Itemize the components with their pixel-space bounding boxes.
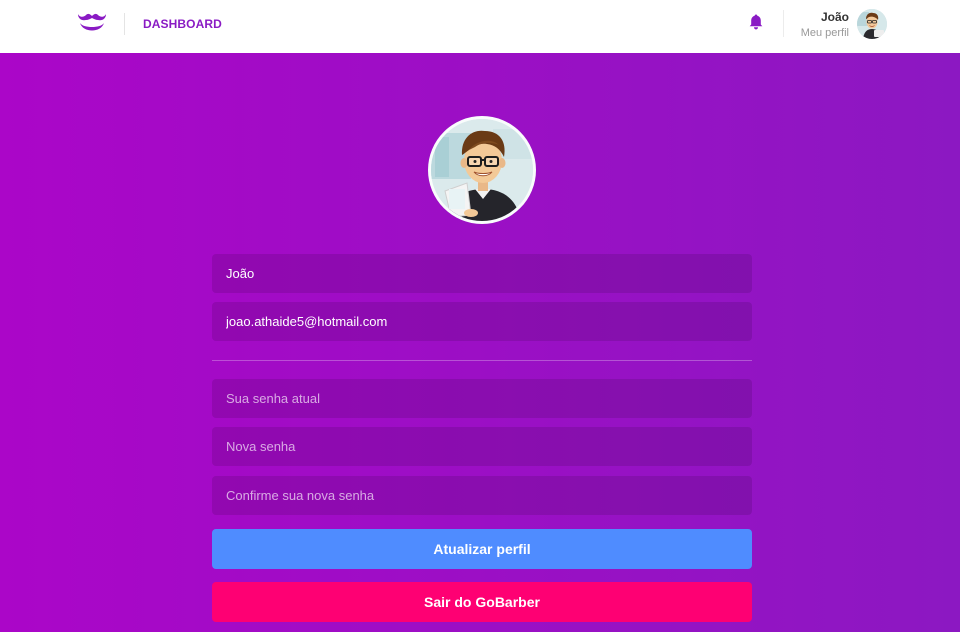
header-divider — [124, 13, 125, 35]
name-field[interactable] — [212, 254, 752, 293]
header-avatar[interactable] — [857, 9, 887, 39]
header-divider-profile — [783, 10, 784, 37]
profile-avatar[interactable] — [428, 116, 536, 224]
form-separator — [212, 360, 752, 361]
logout-button[interactable]: Sair do GoBarber — [212, 582, 752, 622]
bell-icon[interactable] — [749, 14, 763, 30]
confirm-password-field[interactable] — [212, 476, 752, 515]
update-profile-button[interactable]: Atualizar perfil — [212, 529, 752, 569]
dashboard-link[interactable]: DASHBOARD — [143, 17, 222, 31]
current-password-field[interactable] — [212, 379, 752, 418]
new-password-field[interactable] — [212, 427, 752, 466]
top-header: DASHBOARD João Meu perfil — [0, 0, 960, 53]
email-field[interactable] — [212, 302, 752, 341]
profile-name: João — [820, 10, 849, 24]
my-profile-link[interactable]: Meu perfil — [801, 27, 849, 39]
mustache-logo-icon[interactable] — [77, 12, 107, 36]
